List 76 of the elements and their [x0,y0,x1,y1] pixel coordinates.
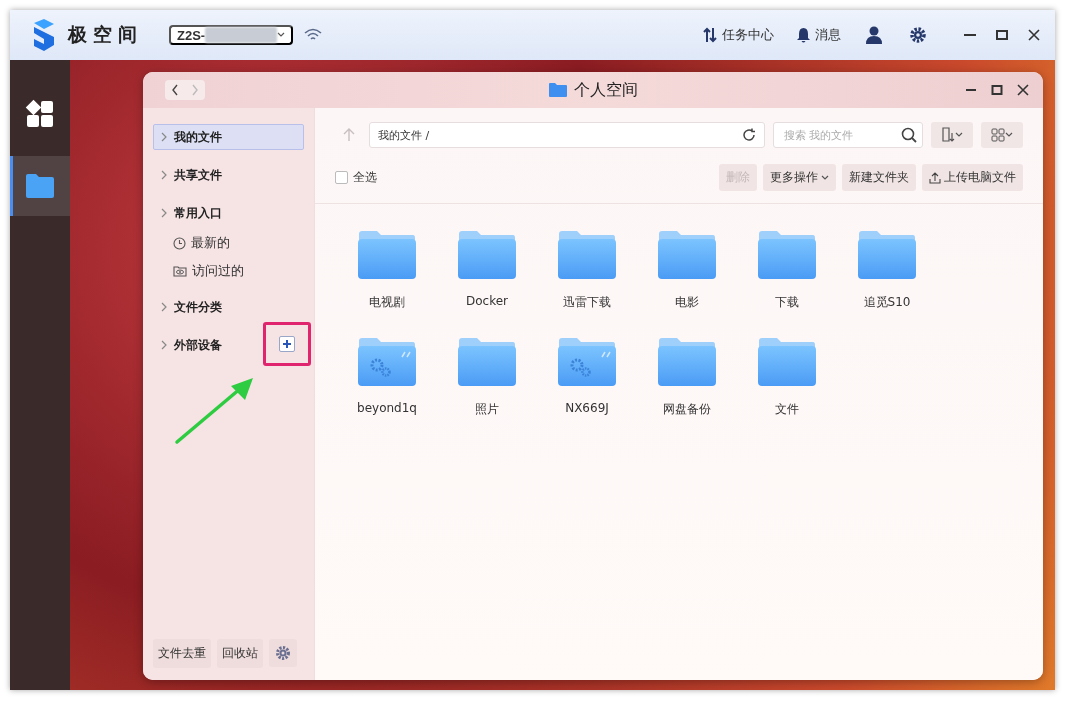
folder-item[interactable]: 电影 [637,230,737,311]
folder-item[interactable]: 电视剧 [337,230,437,311]
upload-icon [929,171,941,184]
chevron-icon [160,132,168,142]
caret-icon [277,32,286,38]
sort-button[interactable] [931,122,973,148]
folder-icon [757,337,817,387]
folder-icon [548,82,568,98]
toolbar-button[interactable]: 上传电脑文件 [922,164,1023,191]
window-title: 个人空间 [574,79,638,101]
clock-icon [173,236,186,250]
close-icon[interactable] [1017,84,1029,96]
caret-icon [821,174,829,181]
folder-icon [657,230,717,280]
folder-icon [457,337,517,387]
folder-item[interactable]: 网盘备份 [637,337,737,418]
grid-icon [991,128,1005,142]
eye-folder-icon [173,265,187,277]
folder-item[interactable]: 照片 [437,337,537,418]
bell-icon [796,27,811,43]
messages-button[interactable]: 消息 [796,26,841,44]
device-selector[interactable]: Z2S- [169,25,294,45]
folder-icon [757,230,817,280]
sort-icon [941,127,955,143]
select-all-checkbox[interactable]: 全选 [335,169,377,186]
chevron-icon [160,208,168,218]
folder-icon [25,173,55,199]
folder-item[interactable]: 追觅S10 [837,230,937,311]
search-icon[interactable] [901,127,917,143]
folder-item[interactable]: NX669J [537,337,637,418]
sidebar-item[interactable]: 我的文件 [153,124,304,150]
folder-icon [857,230,917,280]
maximize-icon[interactable] [991,84,1003,96]
folder-icon [457,230,517,280]
folder-item[interactable]: 迅雷下载 [537,230,637,311]
apps-icon [25,99,55,129]
refresh-icon[interactable] [742,128,756,142]
folder-item[interactable]: beyond1q [337,337,437,418]
caret-icon [955,132,963,138]
folder-icon [357,230,417,280]
plus-icon [283,340,291,348]
device-folder-icon [557,337,617,387]
app-name: 极空间 [68,22,143,47]
settings-icon [275,645,291,661]
up-arrow-icon [343,128,355,142]
sidebar-button[interactable]: 回收站 [217,639,263,668]
folder-item[interactable]: 文件 [737,337,837,418]
folder-item[interactable]: Docker [437,230,537,311]
caret-icon [1005,132,1013,138]
close-icon[interactable] [1027,28,1041,42]
task-center-button[interactable]: 任务中心 [702,26,774,44]
device-folder-icon [357,337,417,387]
folder-item[interactable]: 下载 [737,230,837,311]
user-icon[interactable] [865,26,883,44]
sidebar-subitem[interactable]: 访问过的 [153,258,304,284]
folder-icon [657,337,717,387]
sidebar-item[interactable]: 共享文件 [153,162,304,188]
transfer-icon [702,27,718,43]
forward-icon [191,84,199,96]
maximize-icon[interactable] [995,28,1009,42]
chevron-icon [160,170,168,180]
back-icon [171,84,179,96]
search-field[interactable]: 搜索 我的文件 [773,122,923,148]
settings-icon[interactable] [909,26,927,44]
sidebar-button[interactable]: 文件去重 [153,639,211,668]
add-button[interactable] [279,336,295,352]
toolbar-button[interactable]: 新建文件夹 [842,164,916,191]
path-field[interactable]: 我的文件 / [369,122,765,148]
sidebar-item[interactable]: 常用入口 [153,200,304,226]
sidebar-item[interactable]: 文件分类 [153,294,304,320]
chevron-icon [160,302,168,312]
sidebar-subitem[interactable]: 最新的 [153,230,304,256]
folder-icon [557,230,617,280]
toolbar-button[interactable]: 更多操作 [763,164,836,191]
settings-button[interactable] [269,639,297,667]
chevron-icon [160,340,168,350]
